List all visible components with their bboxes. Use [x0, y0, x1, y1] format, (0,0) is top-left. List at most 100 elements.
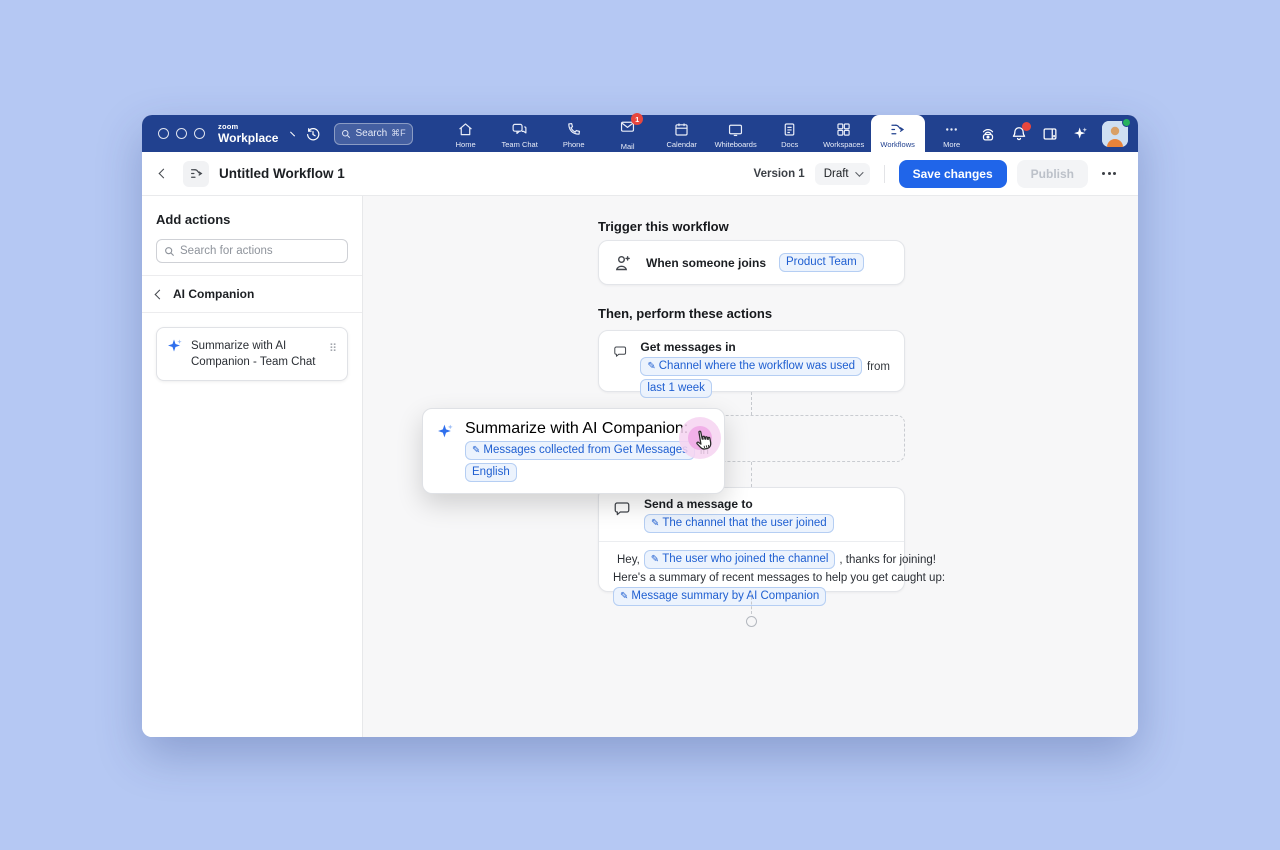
greeting-text: Hey,	[617, 554, 640, 566]
actions-heading: Then, perform these actions	[598, 306, 772, 321]
get-messages-title: Get messages in	[640, 340, 890, 354]
whiteboard-icon	[727, 121, 744, 138]
sidebar-title: Add actions	[156, 212, 348, 227]
connector-line	[751, 462, 752, 487]
top-navbar: zoom Workplace Search ⌘F Home	[142, 115, 1138, 152]
get-messages-card[interactable]: Get messages in ✎ Channel where the work…	[598, 330, 905, 392]
notifications-bell-icon[interactable]	[1010, 125, 1028, 143]
status-badge: Draft	[824, 168, 849, 180]
mail-badge: 1	[631, 113, 643, 125]
nav-workspaces[interactable]: Workspaces	[817, 115, 871, 152]
pencil-icon: ✎	[647, 359, 655, 374]
trigger-card[interactable]: When someone joins Product Team	[598, 240, 905, 285]
trigger-channel-pill[interactable]: Product Team	[779, 253, 864, 272]
presence-indicator	[1122, 118, 1131, 127]
sidebar-category-ai-companion[interactable]: AI Companion	[142, 275, 362, 313]
search-label: Search	[355, 128, 387, 139]
chat-bubble-icon	[613, 342, 627, 360]
pencil-icon: ✎	[472, 443, 480, 458]
ai-sparkle-icon	[167, 338, 183, 354]
nav-phone[interactable]: Phone	[547, 115, 601, 152]
divider	[884, 165, 885, 183]
chevron-down-icon	[855, 168, 863, 176]
nav-workflows[interactable]: Workflows	[871, 115, 925, 152]
more-options-button[interactable]	[1098, 166, 1120, 181]
pencil-icon: ✎	[651, 516, 659, 531]
docs-icon	[781, 121, 798, 138]
nav-mail[interactable]: 1 Mail	[601, 115, 655, 152]
search-icon	[164, 246, 175, 257]
nav-whiteboards[interactable]: Whiteboards	[709, 115, 763, 152]
trigger-text: When someone joins	[646, 256, 766, 270]
workflow-canvas: Trigger this workflow When someone joins…	[363, 196, 1138, 737]
home-icon	[457, 121, 474, 138]
ai-companion-icon[interactable]	[1072, 125, 1089, 142]
save-changes-button[interactable]: Save changes	[899, 160, 1007, 188]
workflow-header: Untitled Workflow 1 Version 1 Draft Save…	[142, 152, 1138, 196]
user-avatar[interactable]	[1102, 121, 1128, 147]
after-user-text: , thanks for joining!	[839, 554, 936, 566]
actions-search-box[interactable]	[156, 239, 348, 263]
target-channel-pill[interactable]: ✎ The channel that the user joined	[644, 514, 834, 533]
phone-icon	[565, 121, 582, 138]
history-icon[interactable]	[305, 126, 321, 142]
main-navigation: Home Team Chat Phone 1	[439, 115, 979, 152]
team-chat-icon	[511, 121, 528, 138]
actions-sidebar: Add actions AI Companion Summarize with …	[142, 196, 363, 737]
time-range-pill[interactable]: last 1 week	[640, 379, 712, 398]
logo-line1: zoom	[218, 123, 278, 131]
chevron-left-icon	[155, 289, 165, 299]
summary-variable-pill[interactable]: ✎ Message summary by AI Companion	[613, 587, 826, 606]
message-line2: Here's a summary of recent messages to h…	[613, 572, 890, 584]
workflow-icon-box	[183, 161, 209, 187]
ai-sparkle-icon	[437, 423, 454, 440]
drag-handle-icon[interactable]: ⠿	[329, 338, 337, 355]
close-window-button[interactable]	[158, 128, 169, 139]
messages-variable-pill[interactable]: ✎ Messages collected from Get Messages	[465, 441, 695, 460]
assistant-icon[interactable]	[979, 125, 997, 143]
version-label: Version 1	[754, 168, 805, 180]
nav-home[interactable]: Home	[439, 115, 493, 152]
expand-chevron-icon[interactable]	[290, 131, 295, 136]
minimize-window-button[interactable]	[176, 128, 187, 139]
nav-team-chat[interactable]: Team Chat	[493, 115, 547, 152]
more-icon	[943, 121, 960, 138]
channel-variable-pill[interactable]: ✎ Channel where the workflow was used	[640, 357, 862, 376]
calendar-icon	[673, 121, 690, 138]
chat-bubble-icon	[613, 499, 631, 517]
mini-window-icon[interactable]	[1041, 125, 1059, 143]
global-search-input[interactable]: Search ⌘F	[334, 123, 412, 145]
trigger-heading: Trigger this workflow	[598, 219, 729, 234]
nav-calendar[interactable]: Calendar	[655, 115, 709, 152]
action-card-summarize[interactable]: Summarize with AI Companion - Team Chat …	[156, 327, 348, 381]
workflows-icon	[889, 121, 906, 138]
workspaces-icon	[835, 121, 852, 138]
action-card-label: Summarize with AI Companion - Team Chat	[191, 338, 321, 370]
search-icon	[341, 129, 351, 139]
pencil-icon: ✎	[651, 552, 659, 567]
language-pill[interactable]: English	[465, 463, 517, 482]
page-title: Untitled Workflow 1	[219, 166, 345, 181]
hand-cursor-icon	[691, 428, 717, 456]
window-controls[interactable]	[158, 128, 205, 139]
dragged-summarize-card[interactable]: Summarize with AI Companion: ✎ Messages …	[422, 408, 725, 494]
nav-more[interactable]: More	[925, 115, 979, 152]
connector-line	[751, 592, 752, 614]
dragged-card-title: Summarize with AI Companion:	[465, 420, 709, 438]
pencil-icon: ✎	[620, 589, 628, 604]
app-window: zoom Workplace Search ⌘F Home	[142, 115, 1138, 737]
actions-search-input[interactable]	[180, 245, 340, 257]
send-message-card[interactable]: Send a message to ✎ The channel that the…	[598, 487, 905, 592]
status-dropdown[interactable]: Draft	[815, 163, 870, 185]
nav-docs[interactable]: Docs	[763, 115, 817, 152]
flow-end-node[interactable]	[746, 616, 757, 627]
logo-line2: Workplace	[218, 132, 278, 144]
back-button[interactable]	[159, 169, 169, 179]
publish-button[interactable]: Publish	[1017, 160, 1088, 188]
notification-dot	[1022, 122, 1031, 131]
user-variable-pill[interactable]: ✎ The user who joined the channel	[644, 550, 836, 569]
zoom-window-button[interactable]	[194, 128, 205, 139]
topnav-right-icons	[979, 121, 1128, 147]
send-message-title: Send a message to	[644, 497, 834, 511]
connector-line	[751, 392, 752, 415]
